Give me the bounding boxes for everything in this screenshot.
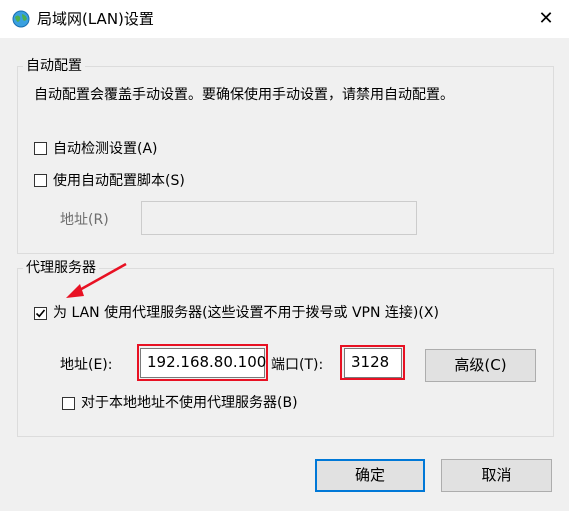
bypass-local-label[interactable]: 对于本地地址不使用代理服务器(B) [81, 394, 298, 412]
checkmark-icon [35, 309, 46, 318]
dialog-body: 自动配置 自动配置会覆盖手动设置。要确保使用手动设置，请禁用自动配置。 自动检测… [0, 38, 569, 511]
window-title: 局域网(LAN)设置 [37, 10, 154, 28]
use-script-label[interactable]: 使用自动配置脚本(S) [53, 172, 185, 190]
address-highlight-box [137, 344, 268, 381]
use-proxy-label[interactable]: 为 LAN 使用代理服务器(这些设置不用于拨号或 VPN 连接)(X) [53, 304, 439, 322]
script-address-label: 地址(R) [60, 212, 109, 228]
auto-detect-label[interactable]: 自动检测设置(A) [53, 140, 158, 158]
advanced-button[interactable]: 高级(C) [425, 349, 536, 382]
proxy-address-label: 地址(E): [60, 357, 113, 373]
internet-options-globe-icon [12, 10, 30, 28]
use-proxy-checkbox[interactable] [34, 307, 47, 320]
bypass-local-checkbox[interactable] [62, 397, 75, 410]
close-button[interactable]: ✕ [531, 5, 561, 33]
cancel-button[interactable]: 取消 [441, 459, 552, 492]
auto-config-description: 自动配置会覆盖手动设置。要确保使用手动设置，请禁用自动配置。 [34, 87, 454, 103]
script-address-input [141, 201, 417, 235]
use-script-checkbox[interactable] [34, 174, 47, 187]
auto-config-legend: 自动配置 [23, 57, 85, 75]
title-bar: 局域网(LAN)设置 ✕ [0, 0, 569, 38]
auto-detect-checkbox[interactable] [34, 142, 47, 155]
proxy-port-label: 端口(T): [271, 357, 324, 373]
port-highlight-box [340, 345, 405, 380]
ok-button[interactable]: 确定 [315, 459, 425, 492]
annotation-arrow-icon [66, 262, 127, 298]
